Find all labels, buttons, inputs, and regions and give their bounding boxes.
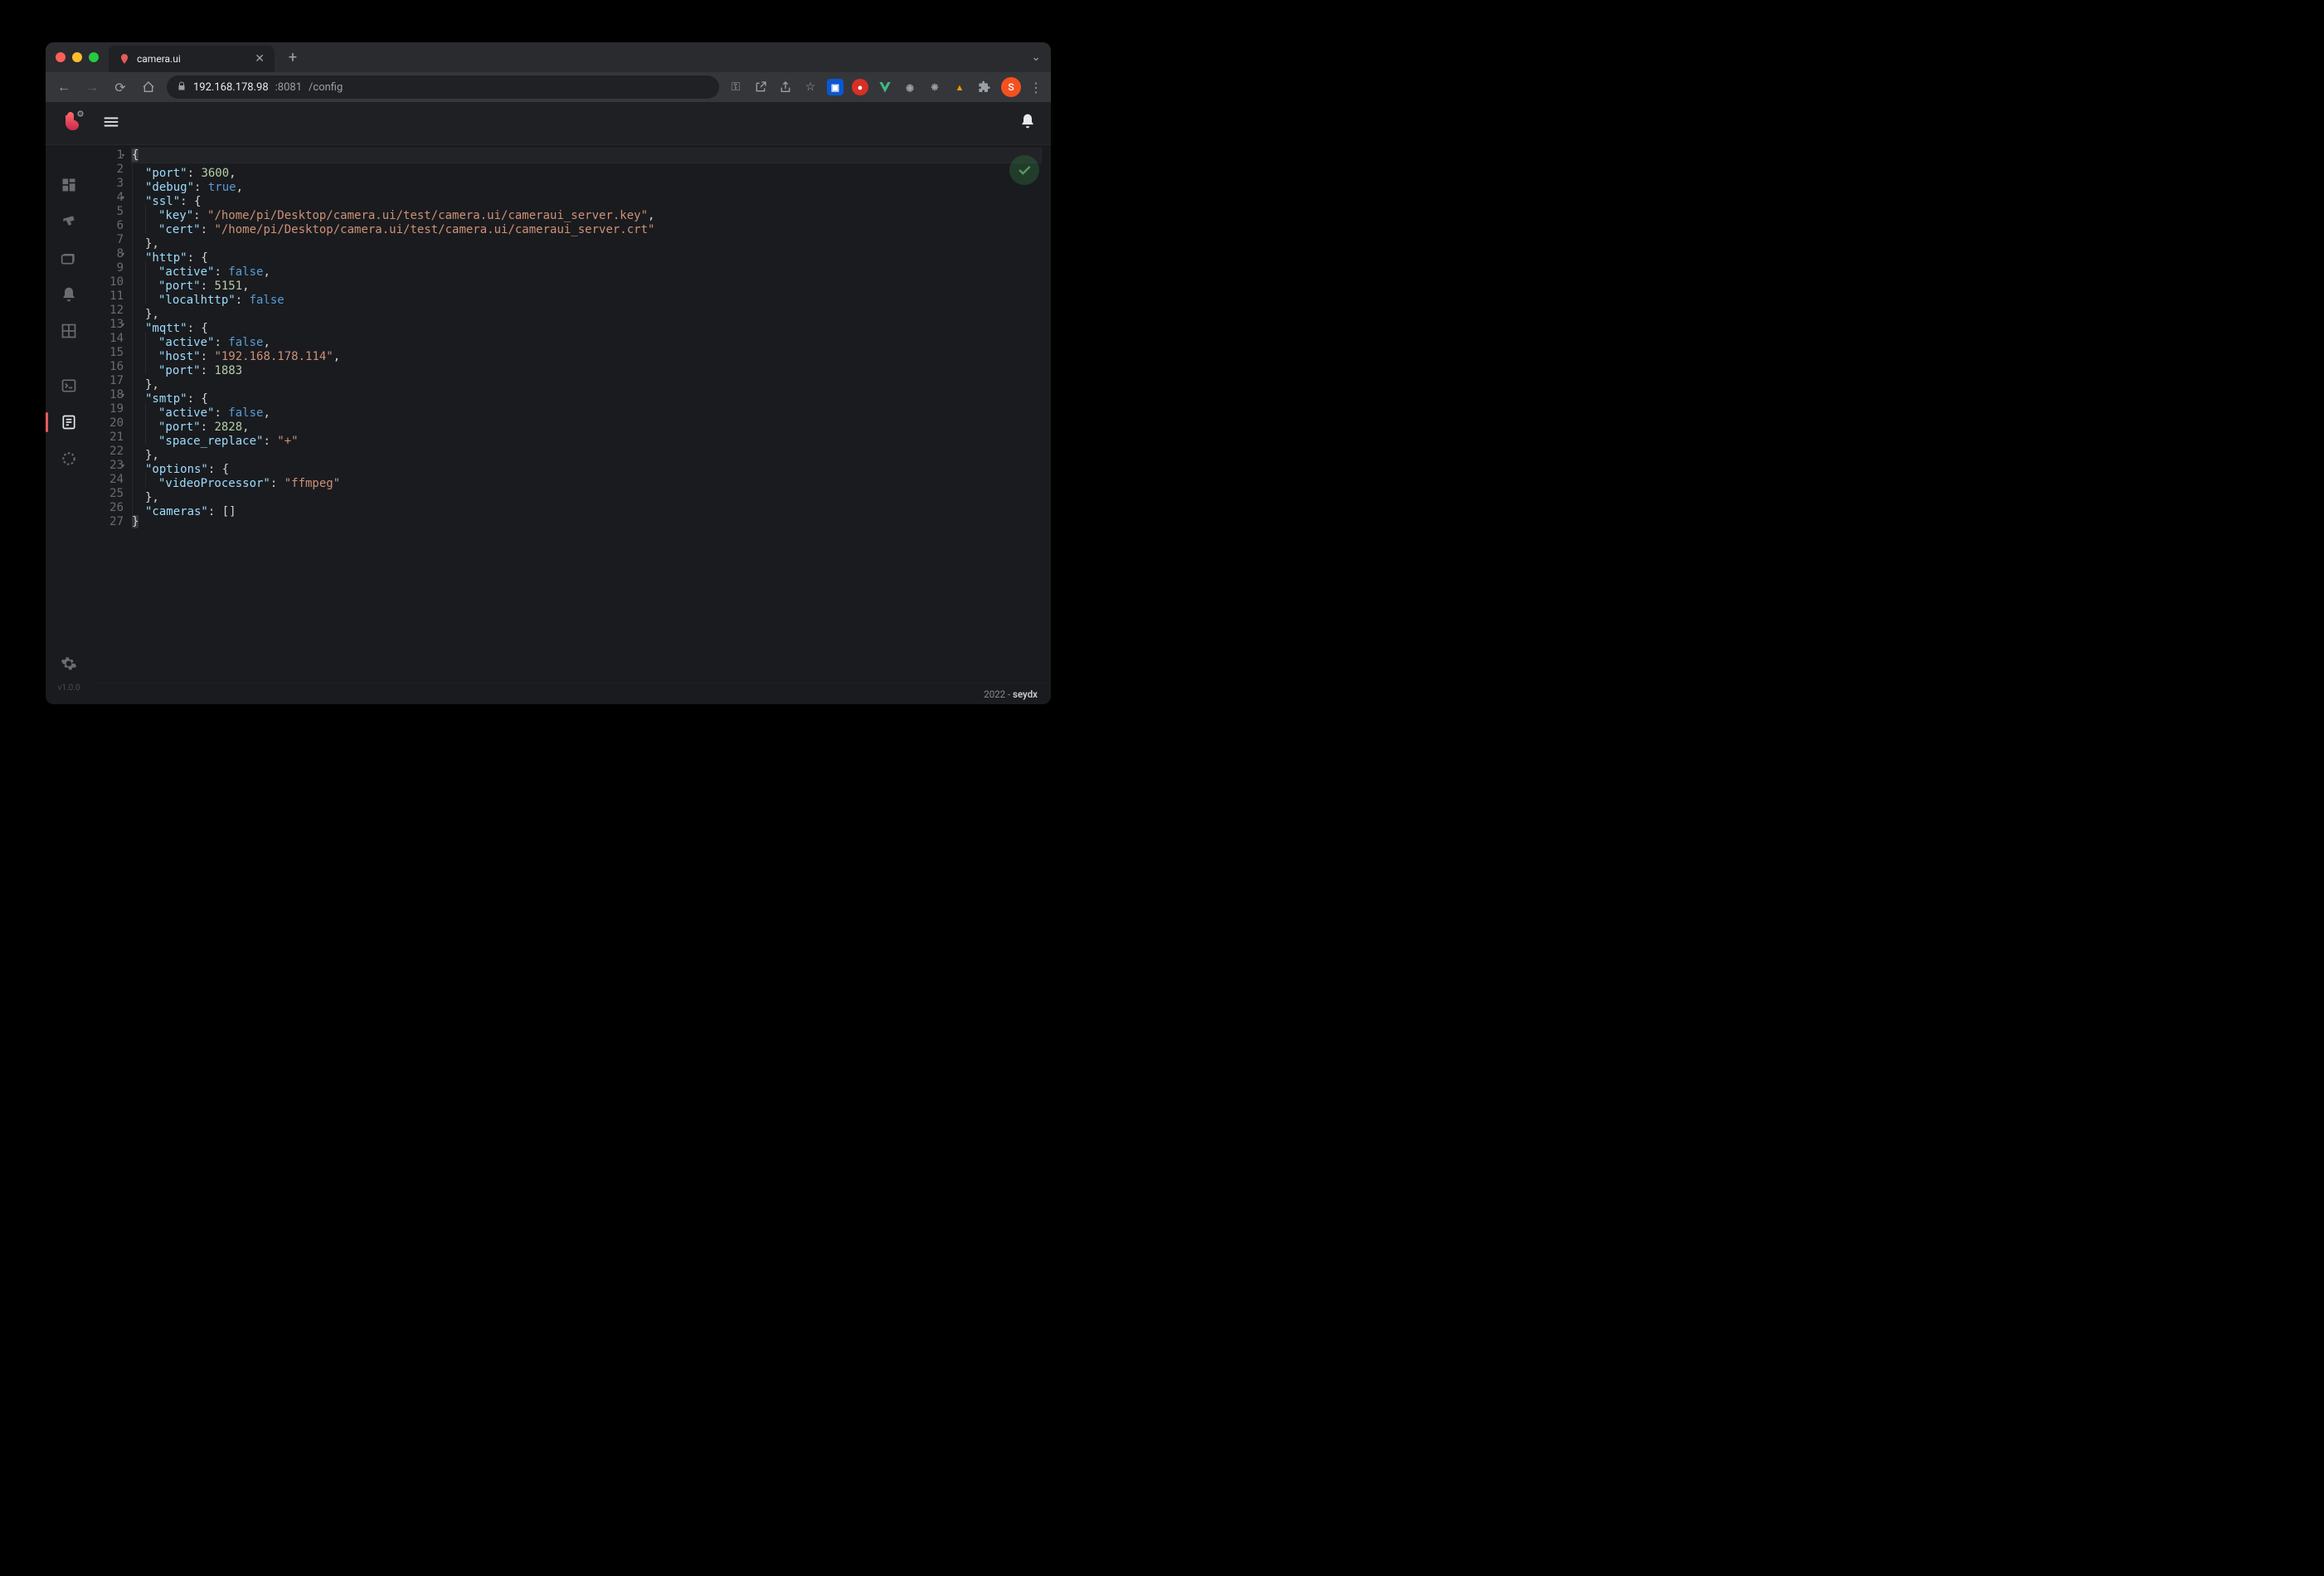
back-button[interactable]: ← [54, 77, 74, 97]
extension-icon[interactable]: ❋ [926, 79, 943, 95]
code-line[interactable]: "cert": "/home/pi/Desktop/camera.ui/test… [132, 219, 1041, 233]
editor-code[interactable]: {"port": 3600,"debug": true,"ssl": {"key… [132, 148, 1051, 683]
key-icon[interactable]: ⚿ [727, 79, 744, 95]
browser-toolbar: ← → ⟳ 192.168.178.98 :8081/config ⚿ ☆ ▣ ● [46, 72, 1051, 102]
extension-icon[interactable]: ▲ [951, 79, 968, 95]
close-window-button[interactable] [56, 52, 66, 62]
extension-icon[interactable]: ● [852, 79, 868, 95]
notifications-bell-icon[interactable] [1019, 113, 1036, 134]
lock-icon [177, 81, 187, 94]
sidebar-item-camview[interactable] [52, 314, 85, 348]
extensions-puzzle-icon[interactable] [976, 79, 993, 95]
code-line[interactable]: } [132, 515, 1041, 529]
reload-button[interactable]: ⟳ [110, 77, 130, 97]
titlebar: camera.ui ✕ + ⌄ [46, 42, 1051, 72]
app-logo-icon [61, 110, 87, 137]
sidebar-item-config[interactable] [52, 406, 85, 439]
open-external-icon[interactable] [752, 79, 769, 95]
code-line[interactable]: "host": "192.168.178.114", [132, 346, 1041, 360]
code-line[interactable]: "active": false, [132, 402, 1041, 416]
sidebar-item-utilization[interactable] [52, 442, 85, 475]
footer-author: seydx [1013, 688, 1038, 700]
tab-title: camera.ui [137, 53, 181, 65]
sidebar-item-cameras[interactable] [52, 205, 85, 238]
tab-favicon-icon [119, 53, 130, 65]
code-line[interactable]: "port": 3600, [132, 163, 1041, 177]
code-line[interactable]: "options": { [132, 459, 1041, 473]
code-line[interactable]: "mqtt": { [132, 318, 1041, 332]
code-line[interactable]: "active": false, [132, 261, 1041, 275]
minimize-window-button[interactable] [72, 52, 82, 62]
code-line[interactable]: "cameras": [] [132, 501, 1041, 515]
share-icon[interactable] [777, 79, 794, 95]
sidebar-item-dashboard[interactable] [52, 168, 85, 202]
browser-tab[interactable]: camera.ui ✕ [109, 46, 275, 72]
extension-vue-icon[interactable] [877, 79, 893, 95]
new-tab-button[interactable]: + [281, 46, 304, 69]
app-footer: 2022 - seydx [92, 683, 1051, 704]
app-header [46, 102, 1051, 145]
sidebar-item-notifications[interactable] [52, 278, 85, 311]
home-button[interactable] [139, 77, 158, 97]
bookmark-star-icon[interactable]: ☆ [802, 79, 819, 95]
sidebar-item-settings[interactable] [52, 647, 85, 680]
traffic-lights [56, 52, 99, 62]
editor-gutter: 1▾234▾5678▾910111213▾1415161718▾19202122… [92, 148, 132, 683]
code-line[interactable]: "active": false, [132, 332, 1041, 346]
code-line[interactable]: "localhttp": false [132, 289, 1041, 304]
url-port: :8081 [275, 81, 302, 94]
editor-wrap: 1▾234▾5678▾910111213▾1415161718▾19202122… [92, 145, 1051, 704]
app: v1.0.0 1▾234▾5678▾910111213▾1415161718▾1… [46, 102, 1051, 704]
tab-list-chevron-icon[interactable]: ⌄ [1031, 51, 1041, 64]
extension-icon[interactable]: ◉ [902, 79, 918, 95]
sidebar: v1.0.0 [46, 145, 92, 704]
code-line[interactable]: "debug": true, [132, 177, 1041, 191]
sidebar-item-console[interactable] [52, 369, 85, 402]
code-line[interactable]: "smtp": { [132, 388, 1041, 402]
url-path: /config [309, 81, 343, 94]
code-line[interactable]: "key": "/home/pi/Desktop/camera.ui/test/… [132, 205, 1041, 219]
footer-year: 2022 [984, 688, 1005, 700]
extension-icon[interactable]: ▣ [827, 79, 844, 95]
forward-button[interactable]: → [82, 77, 102, 97]
browser-menu-icon[interactable]: ⋮ [1029, 80, 1043, 95]
save-button[interactable] [1009, 155, 1039, 185]
profile-avatar[interactable]: S [1001, 77, 1021, 97]
code-line[interactable]: "ssl": { [132, 191, 1041, 205]
code-line[interactable]: }, [132, 374, 1041, 388]
code-line[interactable]: "http": { [132, 247, 1041, 261]
tab-close-icon[interactable]: ✕ [255, 52, 265, 66]
url-host: 192.168.178.98 [193, 81, 269, 94]
maximize-window-button[interactable] [89, 52, 99, 62]
sidebar-item-recordings[interactable] [52, 241, 85, 275]
app-version: v1.0.0 [58, 683, 80, 693]
code-line[interactable]: "space_replace": "+" [132, 430, 1041, 445]
code-line[interactable]: { [132, 148, 1041, 163]
code-editor[interactable]: 1▾234▾5678▾910111213▾1415161718▾19202122… [92, 145, 1051, 683]
browser-window: camera.ui ✕ + ⌄ ← → ⟳ 192.168.178.98 :808… [46, 42, 1051, 704]
url-bar[interactable]: 192.168.178.98 :8081/config [167, 75, 719, 99]
app-body: v1.0.0 1▾234▾5678▾910111213▾1415161718▾1… [46, 145, 1051, 704]
code-line[interactable]: "videoProcessor": "ffmpeg" [132, 473, 1041, 487]
menu-toggle-button[interactable] [102, 113, 120, 134]
toolbar-icons: ⚿ ☆ ▣ ● ◉ ❋ ▲ S ⋮ [727, 77, 1043, 97]
